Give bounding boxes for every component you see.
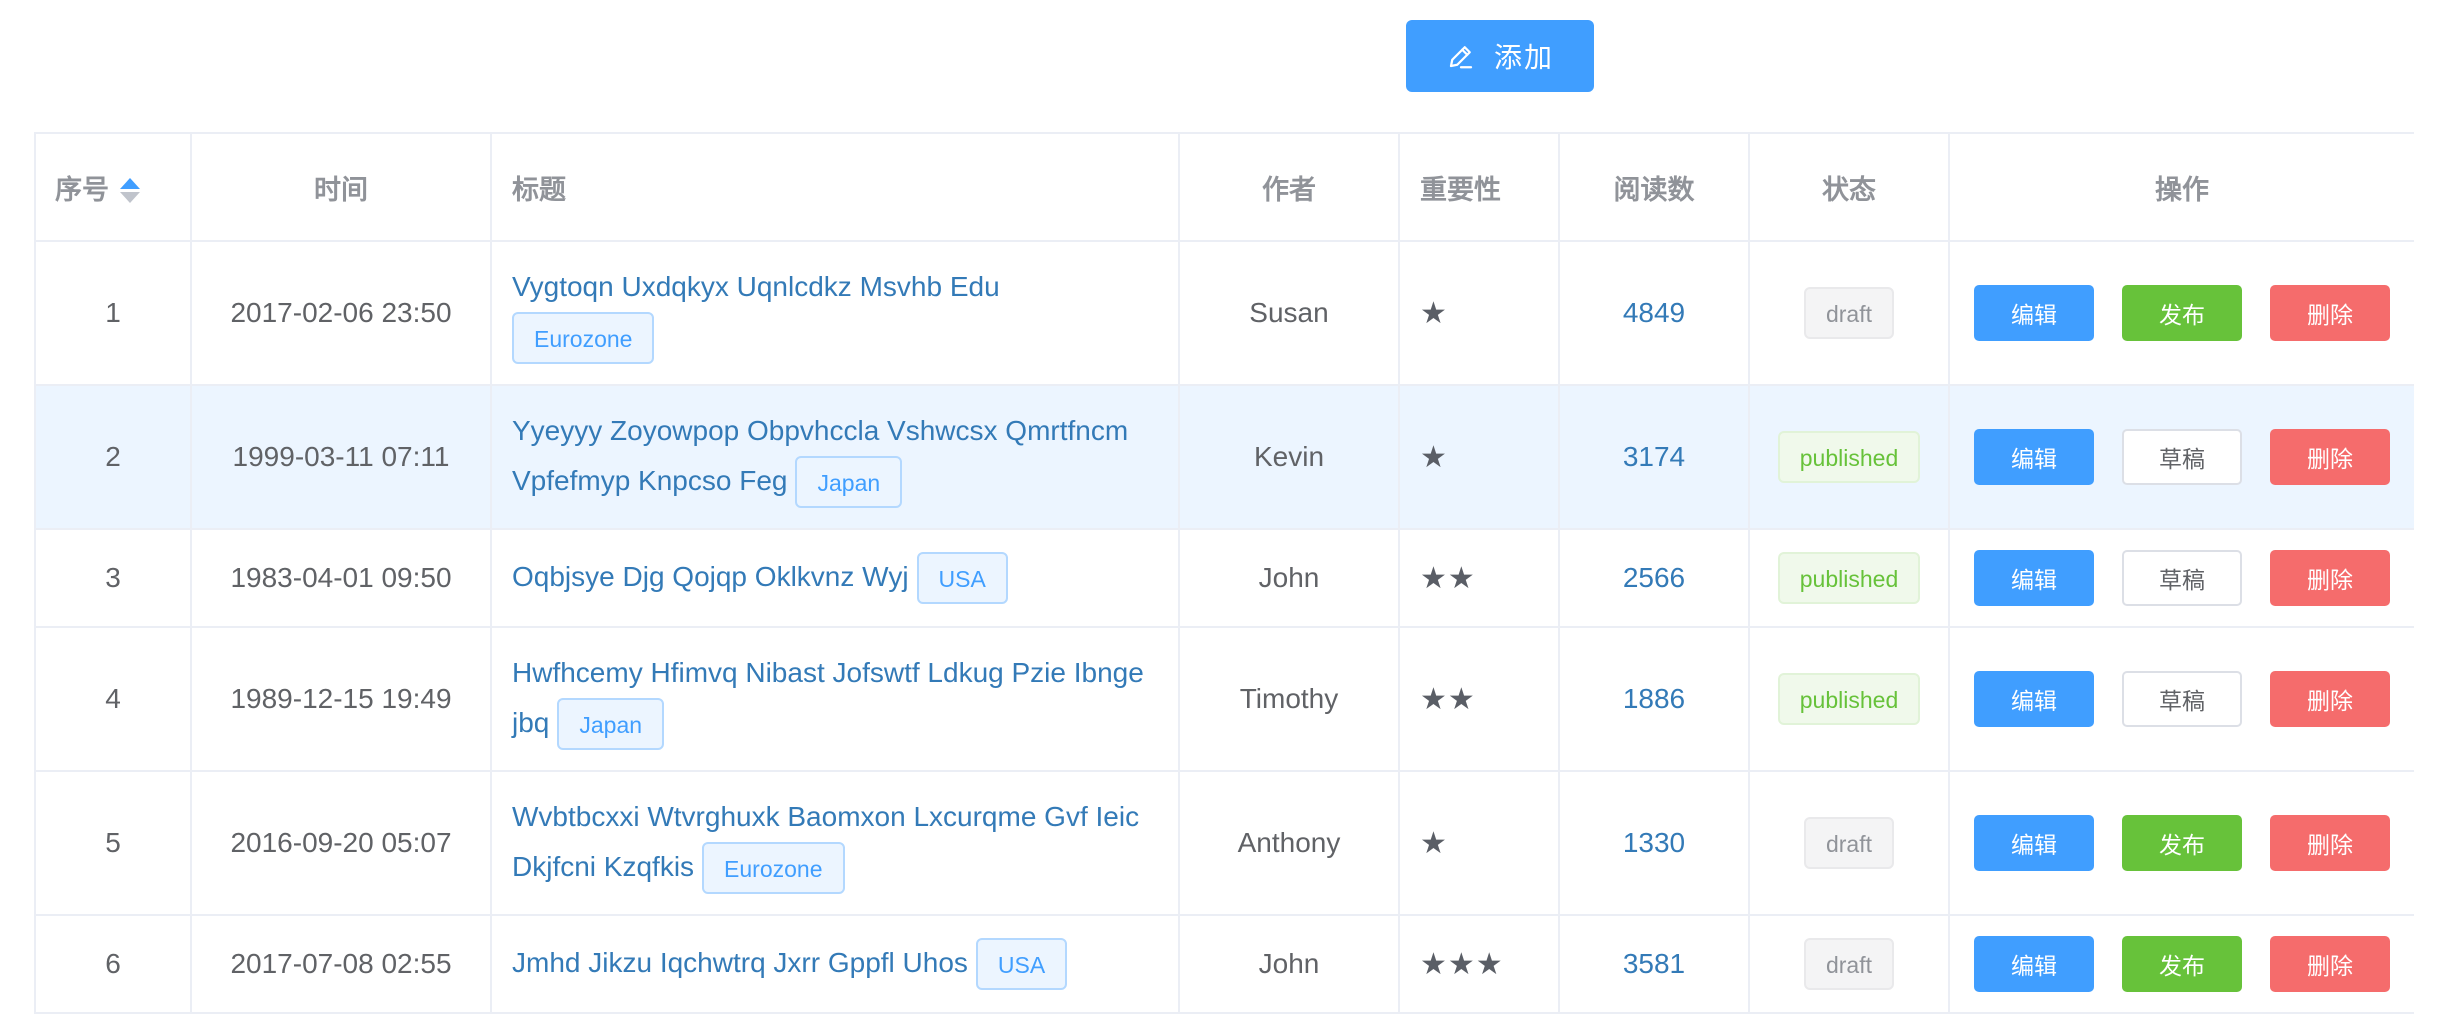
article-table: 序号 时间 标题 作者 重要性 阅读数 状态 操作 1 2017-02-06 2…	[34, 132, 2414, 1020]
row-id: 3	[34, 528, 192, 628]
region-tag: Eurozone	[512, 312, 655, 365]
column-header-importance: 重要性	[1398, 132, 1560, 242]
draft-button[interactable]: 草稿	[2122, 550, 2242, 606]
importance-stars-icon: ★	[1398, 384, 1560, 530]
delete-button[interactable]: 删除	[2270, 815, 2390, 871]
delete-button[interactable]: 删除	[2270, 285, 2390, 341]
row-time: 1999-03-11 07:11	[190, 384, 492, 530]
importance-stars-icon: ★	[1398, 770, 1560, 916]
edit-button[interactable]: 编辑	[1974, 671, 2094, 727]
edit-button[interactable]: 编辑	[1974, 285, 2094, 341]
row-title-link[interactable]: Vygtoqn Uxdqkyx Uqnlcdkz Msvhb Edu	[512, 271, 1000, 302]
status-badge: draft	[1803, 287, 1895, 339]
edit-button[interactable]: 编辑	[1974, 429, 2094, 485]
table-row[interactable]: 5 2016-09-20 05:07 Wvbtbcxxi Wtvrghuxk B…	[34, 770, 2414, 916]
edit-button[interactable]: 编辑	[1974, 815, 2094, 871]
status-badge: published	[1777, 552, 1921, 604]
row-reads[interactable]: 3174	[1558, 384, 1750, 530]
table-row[interactable]: 1 2017-02-06 23:50 Vygtoqn Uxdqkyx Uqnlc…	[34, 240, 2414, 386]
row-id: 1	[34, 240, 192, 386]
sort-caret-icon[interactable]	[119, 176, 141, 206]
table-row[interactable]: 2 1999-03-11 07:11 Yyeyyy Zoyowpop Obpvh…	[34, 384, 2414, 530]
status-badge: draft	[1803, 938, 1895, 990]
region-tag: USA	[975, 938, 1068, 991]
table-row[interactable]: 6 2017-07-08 02:55 Jmhd Jikzu Iqchwtrq J…	[34, 914, 2414, 1014]
table-row[interactable]: 3 1983-04-01 09:50 Oqbjsye Djg Qojqp Okl…	[34, 528, 2414, 628]
row-id: 5	[34, 770, 192, 916]
row-author: Timothy	[1178, 626, 1400, 772]
status-badge: published	[1777, 431, 1921, 483]
delete-button[interactable]: 删除	[2270, 671, 2390, 727]
edit-button[interactable]: 编辑	[1974, 936, 2094, 992]
row-time: 1989-12-15 19:49	[190, 626, 492, 772]
row-author: Kevin	[1178, 384, 1400, 530]
column-header-reads: 阅读数	[1558, 132, 1750, 242]
region-tag: Japan	[557, 698, 665, 751]
row-id: 4	[34, 626, 192, 772]
row-author: John	[1178, 914, 1400, 1014]
column-header-author: 作者	[1178, 132, 1400, 242]
row-time: 2016-09-20 05:07	[190, 770, 492, 916]
add-button-label: 添加	[1493, 41, 1554, 74]
column-header-actions: 操作	[1948, 132, 2414, 242]
row-author: Susan	[1178, 240, 1400, 386]
add-button[interactable]: 添加	[1406, 20, 1594, 92]
importance-stars-icon: ★★	[1398, 528, 1560, 628]
column-header-status: 状态	[1748, 132, 1950, 242]
row-time: 1983-04-01 09:50	[190, 528, 492, 628]
status-badge: published	[1777, 673, 1921, 725]
region-tag: USA	[916, 552, 1008, 605]
row-time: 2017-02-06 23:50	[190, 240, 492, 386]
column-header-time: 时间	[190, 132, 492, 242]
row-title-link[interactable]: Jmhd Jikzu Iqchwtrq Jxrr Gppfl Uhos	[512, 947, 968, 978]
delete-button[interactable]: 删除	[2270, 429, 2390, 485]
importance-stars-icon: ★★★	[1398, 914, 1560, 1014]
row-reads[interactable]: 4849	[1558, 240, 1750, 386]
delete-button[interactable]: 删除	[2270, 550, 2390, 606]
row-reads[interactable]: 3581	[1558, 914, 1750, 1014]
edit-icon	[1449, 46, 1473, 69]
column-header-id[interactable]: 序号	[34, 132, 192, 242]
status-badge: draft	[1803, 817, 1895, 869]
delete-button[interactable]: 删除	[2270, 936, 2390, 992]
row-author: John	[1178, 528, 1400, 628]
table-header: 序号 时间 标题 作者 重要性 阅读数 状态 操作	[34, 132, 2414, 242]
publish-button[interactable]: 发布	[2122, 936, 2242, 992]
row-reads[interactable]: 1330	[1558, 770, 1750, 916]
column-header-title: 标题	[490, 132, 1180, 242]
importance-stars-icon: ★★	[1398, 626, 1560, 772]
row-time: 2017-07-08 02:55	[190, 914, 492, 1014]
row-author: Anthony	[1178, 770, 1400, 916]
publish-button[interactable]: 发布	[2122, 285, 2242, 341]
row-reads[interactable]: 1886	[1558, 626, 1750, 772]
row-title-link[interactable]: Oqbjsye Djg Qojqp Oklkvnz Wyj	[512, 561, 909, 592]
row-id: 2	[34, 384, 192, 530]
region-tag: Japan	[795, 456, 903, 509]
row-reads[interactable]: 2566	[1558, 528, 1750, 628]
edit-button[interactable]: 编辑	[1974, 550, 2094, 606]
row-id: 6	[34, 914, 192, 1014]
region-tag: Eurozone	[702, 842, 845, 895]
importance-stars-icon: ★	[1398, 240, 1560, 386]
draft-button[interactable]: 草稿	[2122, 671, 2242, 727]
draft-button[interactable]: 草稿	[2122, 429, 2242, 485]
publish-button[interactable]: 发布	[2122, 815, 2242, 871]
table-row[interactable]: 4 1989-12-15 19:49 Hwfhcemy Hfimvq Nibas…	[34, 626, 2414, 772]
